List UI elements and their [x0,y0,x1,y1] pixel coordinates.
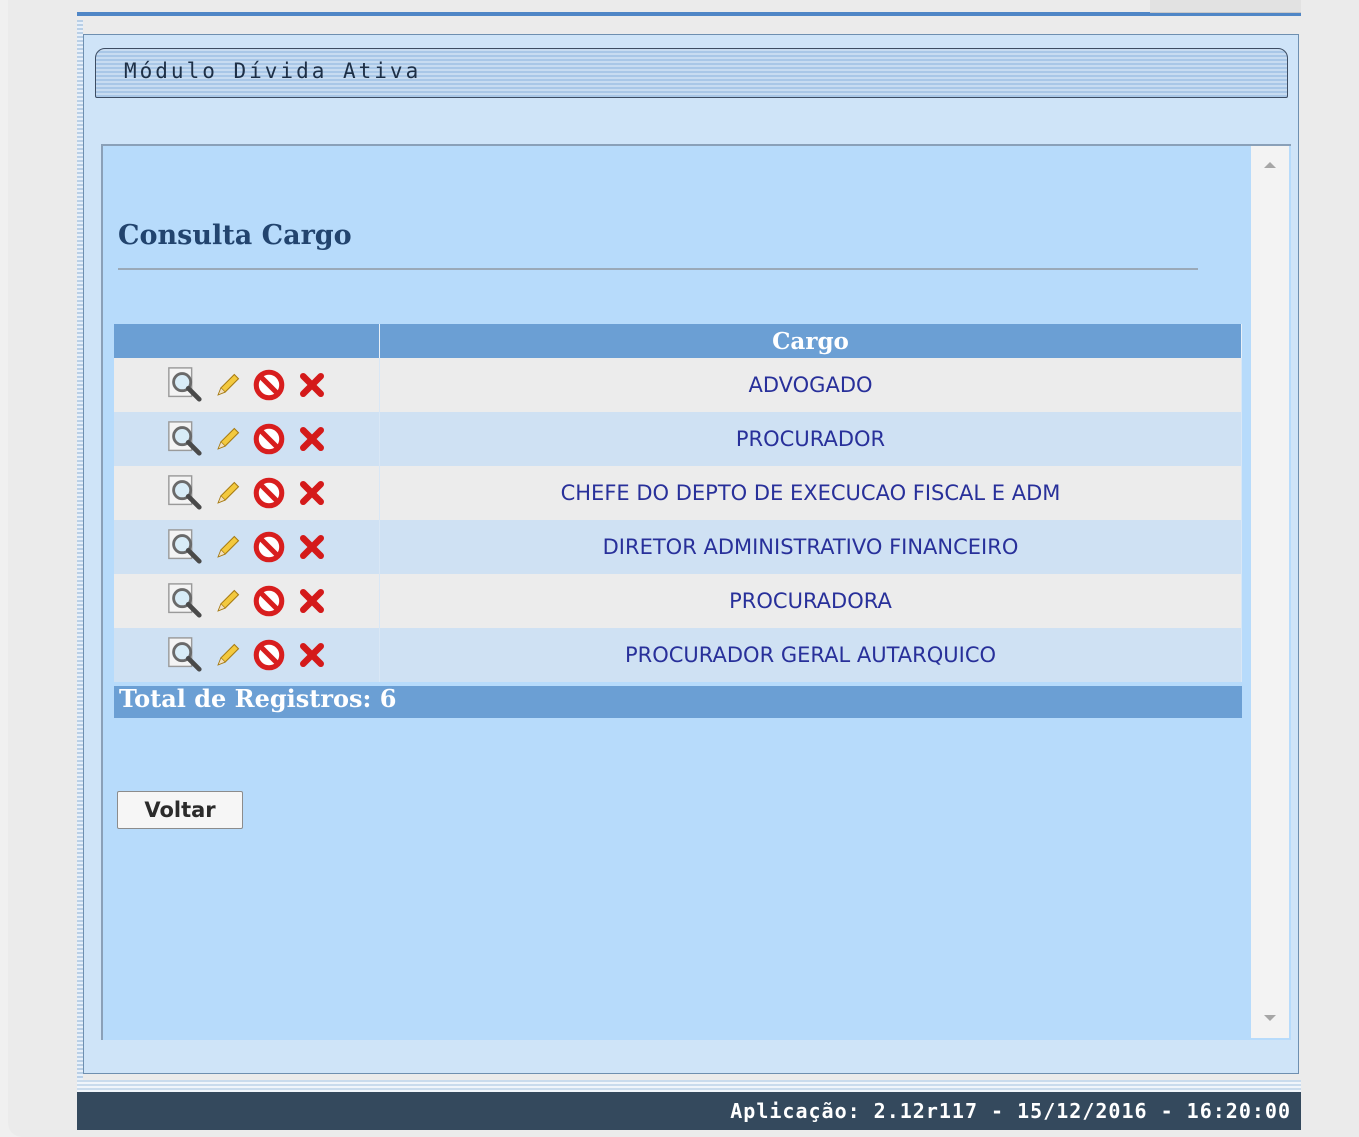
row-actions-cell [114,358,380,412]
module-header: Módulo Dívida Ativa [95,48,1288,98]
actions-column-header [114,324,380,358]
row-actions-cell [114,466,380,520]
cargo-cell[interactable]: ADVOGADO [379,358,1242,412]
table-row: PROCURADOR GERAL AUTARQUICO [114,628,1242,682]
delete-icon[interactable] [296,639,328,671]
status-footer: Aplicação: 2.12r117 - 15/12/2016 - 16:20… [77,1092,1301,1130]
cargo-cell[interactable]: PROCURADOR [379,412,1242,466]
disable-icon[interactable] [252,638,286,672]
edit-icon[interactable] [214,533,242,561]
cargo-column-header: Cargo [379,324,1242,358]
table-row: DIRETOR ADMINISTRATIVO FINANCEIRO [114,520,1242,574]
edit-icon[interactable] [214,371,242,399]
edit-icon[interactable] [214,641,242,669]
cargo-cell[interactable]: PROCURADORA [379,574,1242,628]
view-icon[interactable] [166,636,204,674]
delete-icon[interactable] [296,369,328,401]
table-row: PROCURADOR [114,412,1242,466]
disable-icon[interactable] [252,368,286,402]
disable-icon[interactable] [252,476,286,510]
scroll-down-arrow-icon[interactable] [1264,1015,1276,1021]
delete-icon[interactable] [296,423,328,455]
total-row: Total de Registros: 6 [114,684,1242,718]
view-icon[interactable] [166,582,204,620]
total-records-label: Total de Registros: 6 [119,684,397,713]
top-accent-bar [77,12,1301,16]
scroll-up-arrow-icon[interactable] [1264,162,1276,168]
cargo-table: Cargo ADVOGADO PROCURADOR CHEFE DO DEPTO… [114,324,1242,682]
delete-icon[interactable] [296,585,328,617]
delete-icon[interactable] [296,477,328,509]
top-right-tab [1150,0,1301,13]
view-icon[interactable] [166,420,204,458]
footer-divider [77,1080,1301,1092]
disable-icon[interactable] [252,584,286,618]
table-row: ADVOGADO [114,358,1242,412]
edit-icon[interactable] [214,425,242,453]
page-title: Consulta Cargo [118,220,352,251]
module-title: Módulo Dívida Ativa [124,59,422,83]
disable-icon[interactable] [252,530,286,564]
table-header-row: Cargo [114,324,1242,358]
view-icon[interactable] [166,528,204,566]
back-button[interactable]: Voltar [117,791,243,829]
row-actions-cell [114,520,380,574]
edit-icon[interactable] [214,587,242,615]
view-icon[interactable] [166,474,204,512]
vertical-scrollbar[interactable] [1251,146,1289,1038]
edit-icon[interactable] [214,479,242,507]
cargo-cell[interactable]: DIRETOR ADMINISTRATIVO FINANCEIRO [379,520,1242,574]
title-divider [118,268,1198,270]
cargo-cell[interactable]: PROCURADOR GERAL AUTARQUICO [379,628,1242,682]
app-version-text: Aplicação: 2.12r117 - 15/12/2016 - 16:20… [730,1099,1291,1123]
row-actions-cell [114,412,380,466]
disable-icon[interactable] [252,422,286,456]
view-icon[interactable] [166,366,204,404]
delete-icon[interactable] [296,531,328,563]
row-actions-cell [114,628,380,682]
table-row: PROCURADORA [114,574,1242,628]
table-row: CHEFE DO DEPTO DE EXECUCAO FISCAL E ADM [114,466,1242,520]
row-actions-cell [114,574,380,628]
cargo-cell[interactable]: CHEFE DO DEPTO DE EXECUCAO FISCAL E ADM [379,466,1242,520]
